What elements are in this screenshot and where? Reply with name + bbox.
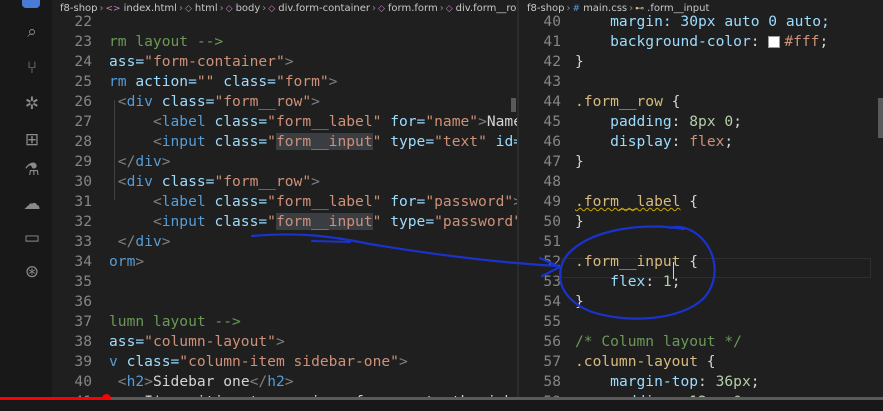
annotation-underline (311, 240, 351, 243)
annotation-arrow-head (538, 256, 562, 278)
annotation-arrow-line (250, 233, 558, 268)
annotation-circle (558, 225, 716, 320)
video-controls-bar (0, 400, 883, 411)
annotation-drawing (250, 225, 716, 320)
